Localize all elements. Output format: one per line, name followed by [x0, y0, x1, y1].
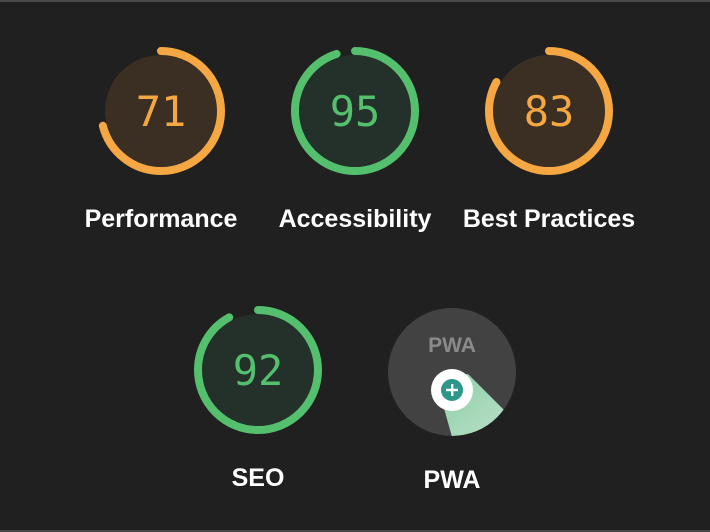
- best-practices-gauge[interactable]: 83: [481, 43, 617, 179]
- seo-score: 92: [232, 345, 284, 395]
- pwa-badge-icon: PWA: [428, 334, 516, 436]
- accessibility-category[interactable]: 95 Accessibility: [265, 43, 445, 239]
- pwa-badge-text: PWA: [428, 334, 476, 357]
- best-practices-label: Best Practices: [462, 205, 636, 233]
- pwa-badge[interactable]: PWA: [388, 308, 516, 436]
- best-practices-score: 83: [523, 86, 575, 136]
- performance-score: 71: [135, 86, 187, 136]
- pwa-label: PWA: [423, 466, 481, 494]
- performance-label: Performance: [84, 205, 238, 233]
- accessibility-score: 95: [329, 86, 381, 136]
- accessibility-label: Accessibility: [278, 205, 432, 233]
- seo-category[interactable]: 92 SEO: [168, 302, 348, 498]
- seo-label: SEO: [231, 464, 285, 492]
- performance-gauge[interactable]: 71: [93, 43, 229, 179]
- performance-category[interactable]: 71 Performance: [71, 43, 251, 239]
- lighthouse-scores-panel: 71 Performance 95 Accessibility 83 Best …: [0, 0, 710, 532]
- best-practices-category[interactable]: 83 Best Practices: [459, 43, 639, 239]
- pwa-category[interactable]: PWA PWA: [362, 304, 542, 500]
- seo-gauge[interactable]: 92: [190, 302, 326, 438]
- accessibility-gauge[interactable]: 95: [287, 43, 423, 179]
